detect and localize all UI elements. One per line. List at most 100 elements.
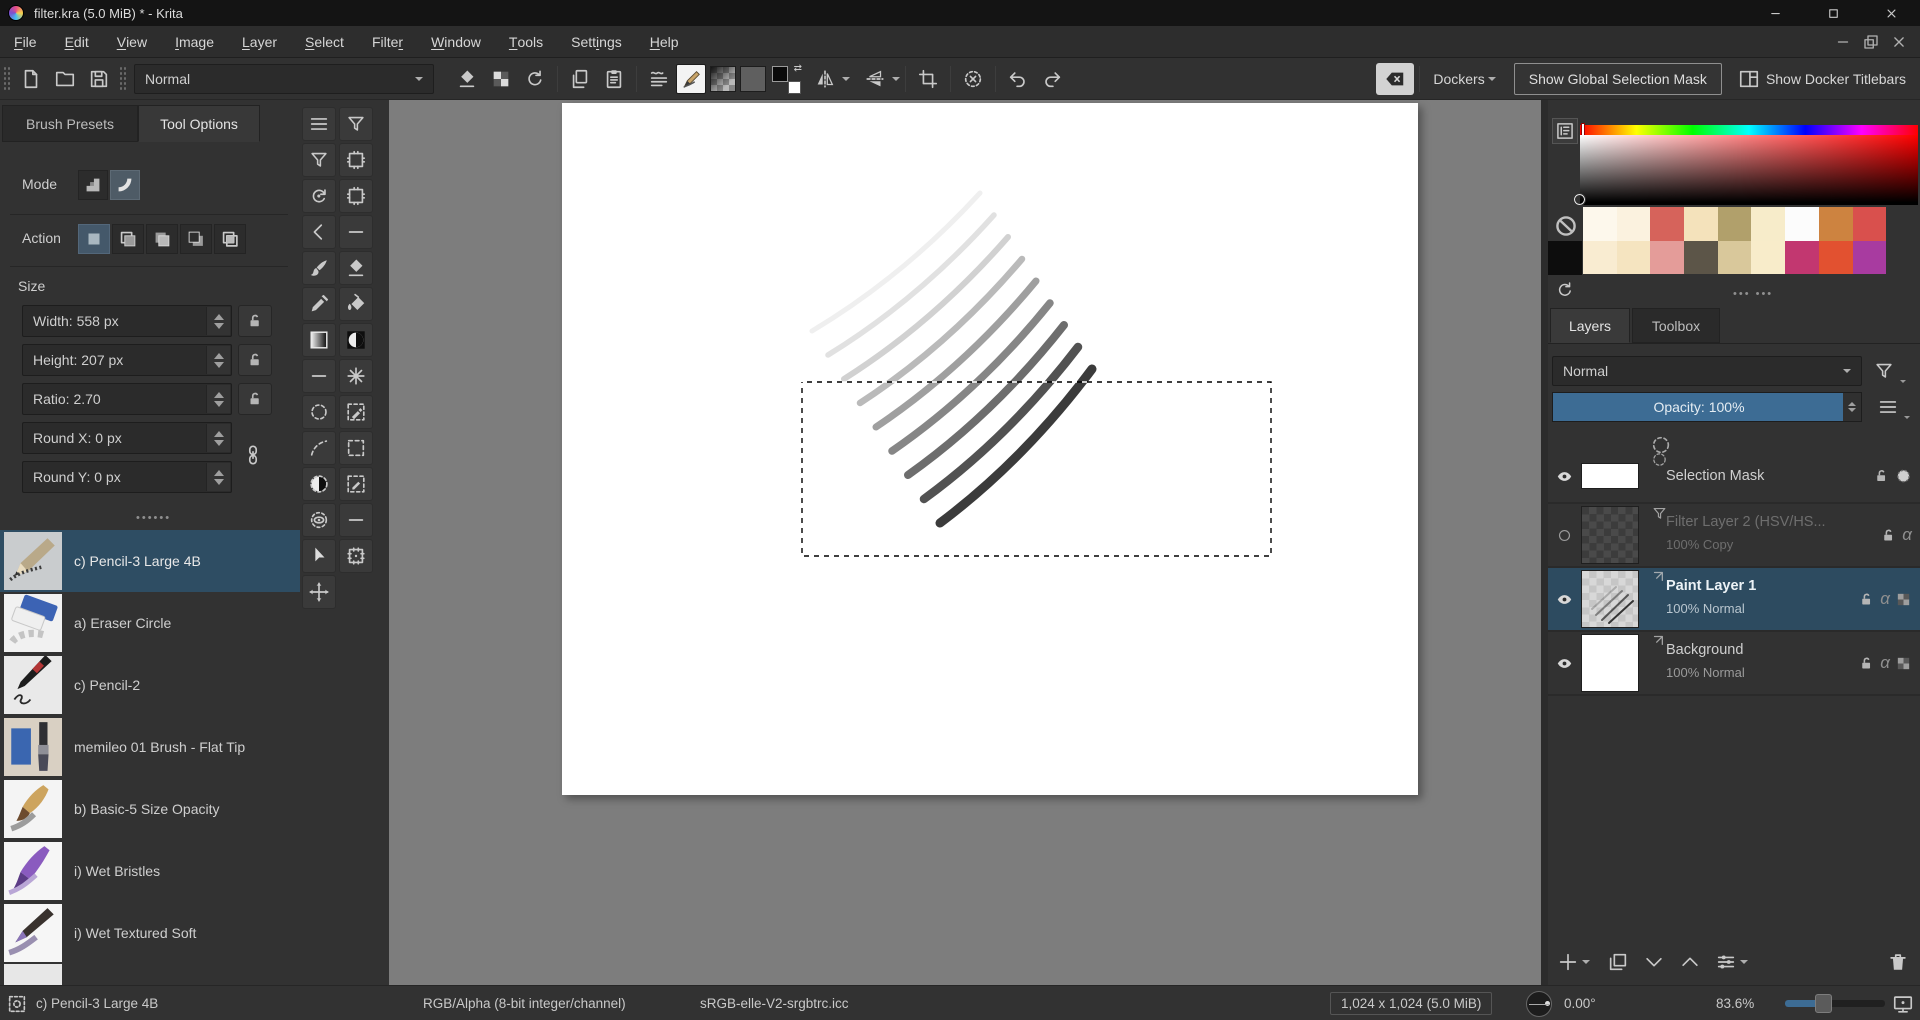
brush-preset-row[interactable]: i) Wet Textured Soft — [0, 902, 300, 964]
brush-preset-row[interactable]: b) Basic-5 Size Opacity — [0, 778, 300, 840]
tool-edit-select[interactable] — [339, 467, 373, 501]
move-layer-down-button[interactable] — [1640, 948, 1668, 976]
height-lock-button[interactable] — [238, 344, 272, 376]
canvas-rotation-dial[interactable] — [1526, 990, 1552, 1017]
brush-preset-row[interactable]: i) Wet Bristles — [0, 840, 300, 902]
link-round-xy-icon[interactable] — [242, 444, 264, 466]
width-lock-button[interactable] — [238, 305, 272, 337]
tool-dash-b[interactable] — [302, 359, 336, 393]
tool-eraser[interactable] — [339, 251, 373, 285]
duplicate-layer-button[interactable] — [1604, 948, 1632, 976]
canvas-area[interactable] — [389, 100, 1541, 985]
color-swatch[interactable] — [1717, 240, 1752, 274]
tab-layers[interactable]: Layers — [1550, 308, 1630, 343]
color-swatch[interactable] — [1684, 207, 1718, 241]
spinner-arrows[interactable] — [206, 424, 230, 452]
color-swatch[interactable] — [1751, 240, 1786, 274]
zoom-slider-handle[interactable] — [1815, 994, 1832, 1013]
current-brush-preset-button[interactable] — [676, 63, 706, 94]
layer-thumbnail[interactable] — [1581, 506, 1639, 564]
pattern-chooser-button[interactable] — [740, 65, 766, 92]
action-add-button[interactable] — [146, 224, 178, 254]
color-swatch[interactable] — [1818, 207, 1853, 241]
chevron-down-icon[interactable] — [1740, 960, 1748, 968]
menu-edit[interactable]: Edit — [51, 26, 103, 57]
zoom-value[interactable]: 83.6% — [1716, 986, 1754, 1020]
open-document-button[interactable] — [48, 62, 82, 96]
spinner-arrows[interactable] — [1843, 393, 1861, 421]
tool-fill[interactable] — [339, 287, 373, 321]
tool-transform-b[interactable] — [339, 179, 373, 213]
delete-layer-button[interactable] — [1884, 948, 1912, 976]
color-swatch[interactable] — [1751, 207, 1786, 241]
color-swatch[interactable] — [1650, 240, 1685, 274]
spinner-arrows[interactable] — [206, 346, 230, 374]
black-swatch[interactable] — [1548, 241, 1582, 275]
color-swatch[interactable] — [1583, 240, 1617, 274]
dockers-menu-button[interactable]: Dockers — [1425, 71, 1503, 87]
inherit-alpha-icon[interactable] — [1895, 655, 1912, 672]
layer-opacity-slider[interactable]: Opacity: 100% — [1552, 392, 1862, 422]
paste-button[interactable] — [597, 62, 631, 96]
tool-transform-a[interactable] — [339, 143, 373, 177]
color-swatch[interactable] — [1616, 240, 1651, 274]
mdi-restore-icon[interactable] — [1860, 31, 1882, 53]
action-intersect-button[interactable] — [112, 224, 144, 254]
menu-filter[interactable]: Filte r — [358, 26, 417, 57]
eraser-mode-button[interactable] — [450, 62, 484, 96]
lock-icon[interactable] — [1873, 468, 1890, 485]
tool-filter-b[interactable] — [302, 143, 336, 177]
maximize-button[interactable] — [1804, 0, 1862, 26]
menu-image[interactable]: Image — [161, 26, 228, 57]
new-document-button[interactable] — [14, 62, 48, 96]
ratio-lock-button[interactable] — [238, 383, 272, 415]
mirror-vertical-button[interactable] — [858, 62, 892, 96]
action-symmetric-difference-button[interactable] — [214, 224, 246, 254]
canvas-page[interactable] — [562, 103, 1418, 795]
brush-preset-row[interactable]: a) Eraser Circle — [0, 592, 300, 654]
chevron-down-icon[interactable] — [1582, 960, 1590, 968]
show-global-selection-mask-button[interactable]: Show Global Selection Mask — [1513, 62, 1722, 95]
tool-ellipse-select[interactable] — [302, 395, 336, 429]
choose-brush-preset-button[interactable] — [642, 62, 676, 96]
menu-layer[interactable]: Layer — [228, 26, 291, 57]
layer-visibility-hidden-icon[interactable] — [1552, 523, 1576, 547]
round-x-spinbox[interactable]: Round X: 0 px — [22, 422, 232, 454]
color-swatch[interactable] — [1684, 240, 1718, 274]
tool-dash-c[interactable] — [339, 503, 373, 537]
gradient-chooser-button[interactable] — [710, 65, 736, 92]
tab-tool-options[interactable]: Tool Options — [138, 105, 260, 142]
mdi-close-icon[interactable] — [1888, 31, 1910, 53]
tool-rect-select[interactable] — [339, 431, 373, 465]
clear-button[interactable] — [1376, 62, 1415, 95]
layer-thumbnail[interactable] — [1581, 634, 1639, 692]
color-swatch[interactable] — [1650, 207, 1685, 241]
brush-blend-mode-select[interactable]: Normal — [134, 63, 434, 94]
tool-contrast[interactable] — [339, 323, 373, 357]
mode-antialias-button[interactable] — [110, 170, 140, 200]
preserve-alpha-button[interactable] — [484, 62, 518, 96]
redo-button[interactable] — [1035, 62, 1069, 96]
tool-magic-wand[interactable] — [339, 359, 373, 393]
round-y-spinbox[interactable]: Round Y: 0 px — [22, 461, 232, 493]
rotation-value[interactable]: 0.00° — [1564, 986, 1596, 1020]
copy-button[interactable] — [563, 62, 597, 96]
alpha-lock-icon[interactable]: α — [1880, 589, 1890, 609]
layer-list-menu-icon[interactable] — [1872, 392, 1904, 422]
foreground-background-colors[interactable]: ⇄ — [772, 63, 802, 94]
foreground-color-swatch[interactable] — [772, 65, 788, 82]
selection-mask-icon[interactable] — [1895, 468, 1912, 485]
reload-colors-icon[interactable] — [1553, 278, 1577, 302]
tool-move[interactable] — [302, 575, 336, 609]
alpha-lock-icon[interactable]: α — [1880, 653, 1890, 673]
lock-icon[interactable] — [1858, 591, 1875, 608]
spinner-arrows[interactable] — [206, 307, 230, 335]
layer-thumbnail[interactable] — [1581, 570, 1639, 628]
color-swatch[interactable] — [1717, 207, 1752, 241]
move-layer-up-button[interactable] — [1676, 948, 1704, 976]
panel-drag-handle[interactable]: •••••• — [136, 512, 171, 524]
hue-strip[interactable] — [1580, 125, 1918, 135]
tool-dash-a[interactable] — [339, 215, 373, 249]
color-swatch[interactable] — [1818, 240, 1853, 274]
wraparound-mode-button[interactable] — [956, 62, 990, 96]
